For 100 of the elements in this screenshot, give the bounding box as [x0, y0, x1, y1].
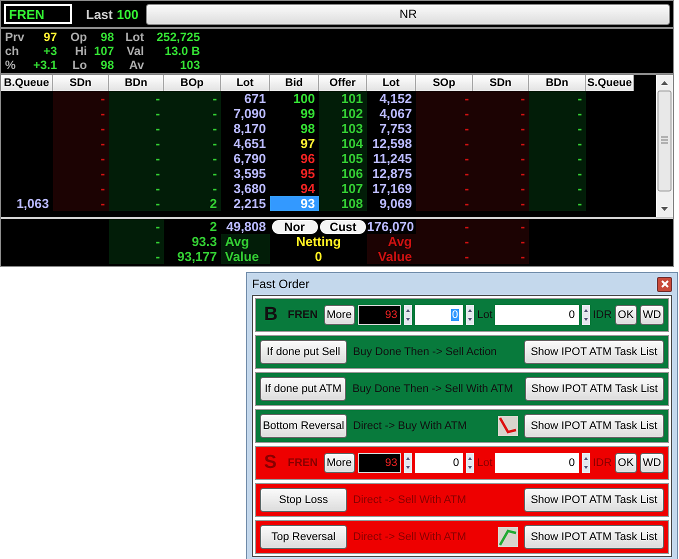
bid-cell[interactable]: 98 [270, 121, 319, 136]
bid-cell[interactable]: 100 [270, 91, 319, 106]
column-header[interactable]: B.Queue [1, 75, 53, 91]
column-header[interactable]: Lot [221, 75, 270, 91]
task-list-button[interactable]: Show IPOT ATM Task List [524, 525, 664, 549]
table-cell: - [578, 106, 582, 121]
task-list-button[interactable]: Show IPOT ATM Task List [524, 340, 664, 364]
table-cell: - [156, 249, 160, 264]
wd-button[interactable]: WD [640, 453, 664, 473]
column-header[interactable]: BOp [164, 75, 221, 91]
strategy-button[interactable]: Stop Loss [260, 488, 347, 512]
table-cell: - [100, 181, 105, 196]
strategy-button[interactable]: If done put Sell [260, 340, 347, 364]
bid-cell[interactable]: 94 [270, 181, 319, 196]
table-cell: 12,598 [372, 136, 412, 151]
table-cell: - [100, 91, 105, 106]
table-cell: 107 [341, 181, 363, 196]
ok-button[interactable]: OK [614, 453, 637, 473]
column-header[interactable]: SOp [416, 75, 473, 91]
amount-field[interactable]: 0 [495, 305, 579, 325]
table-cell: Value [378, 249, 412, 264]
column-header[interactable]: SDn [473, 75, 529, 91]
stat-value: 13.0 B [164, 44, 200, 58]
table-cell: 12,875 [372, 166, 412, 181]
table-cell: 7,753 [379, 121, 412, 136]
table-cell: 4,067 [379, 106, 412, 121]
table-cell: - [156, 121, 160, 136]
spin-buttons[interactable] [404, 305, 412, 325]
column-header[interactable]: SDn [53, 75, 109, 91]
table-cell: - [100, 106, 105, 121]
table-cell: 6,790 [233, 151, 266, 166]
stock-code: FREN [286, 309, 319, 321]
strategy-button[interactable]: If done put ATM [260, 377, 346, 401]
amount-field[interactable]: 0 [495, 453, 579, 473]
table-cell: - [578, 151, 582, 166]
table-cell: - [156, 136, 160, 151]
table-cell: Avg [388, 234, 412, 249]
table-cell: - [464, 121, 469, 136]
table-cell: 93,177 [177, 249, 217, 264]
stat-value: 98 [100, 58, 114, 72]
stat-value: 252,725 [156, 30, 200, 44]
more-button[interactable]: More [324, 453, 355, 473]
strategy-button[interactable]: Bottom Reversal [260, 414, 347, 438]
table-cell: Netting [296, 234, 341, 249]
table-cell: - [464, 151, 469, 166]
task-list-button[interactable]: Show IPOT ATM Task List [524, 414, 664, 438]
table-cell: Avg [225, 234, 250, 249]
spin-buttons[interactable] [582, 305, 590, 325]
table-cell: 3,595 [233, 166, 266, 181]
column-header[interactable]: BDn [529, 75, 586, 91]
table-cell: 104 [341, 136, 363, 151]
table-cell: 93.3 [192, 234, 217, 249]
table-cell: - [464, 249, 469, 264]
column-header[interactable]: Bid [270, 75, 319, 91]
stat-label: ch [4, 44, 20, 58]
scrollbar[interactable] [656, 75, 673, 217]
stat-label: Av [128, 58, 144, 72]
table-cell: 102 [341, 106, 363, 121]
strategy-button[interactable]: Top Reversal [260, 525, 347, 549]
spin-buttons[interactable] [404, 453, 412, 473]
bid-cell[interactable]: 99 [270, 106, 319, 121]
table-cell: - [100, 166, 105, 181]
column-header[interactable]: BDn [109, 75, 164, 91]
table-cell: 103 [341, 121, 363, 136]
bid-cell[interactable]: 95 [270, 166, 319, 181]
more-button[interactable]: More [324, 305, 355, 325]
symbol-field[interactable]: FREN [4, 4, 72, 24]
task-list-button[interactable]: Show IPOT ATM Task List [525, 377, 664, 401]
spin-buttons[interactable] [466, 453, 474, 473]
table-cell: - [100, 121, 105, 136]
board-button[interactable]: NR [146, 4, 670, 24]
last-price: 100 [116, 6, 138, 22]
price-field[interactable]: 93 [358, 305, 402, 325]
spin-buttons[interactable] [466, 305, 474, 325]
table-cell: - [464, 234, 469, 249]
column-header[interactable]: Offer [319, 75, 367, 91]
table-cell: 4,152 [379, 91, 412, 106]
close-icon [660, 280, 668, 288]
task-list-button[interactable]: Show IPOT ATM Task List [524, 488, 664, 512]
table-cell: - [464, 166, 469, 181]
close-button[interactable] [657, 276, 672, 292]
wd-button[interactable]: WD [640, 305, 664, 325]
table-cell: - [212, 136, 217, 151]
column-header[interactable]: S.Queue [586, 75, 634, 91]
price-field[interactable]: 93 [358, 453, 402, 473]
table-cell: - [520, 219, 525, 234]
bid-cell[interactable]: 97 [270, 136, 319, 151]
table-cell: - [520, 136, 525, 151]
strategy-description: Buy Done Then -> Sell With ATM [352, 383, 514, 395]
column-header[interactable]: Lot [367, 75, 416, 91]
cust-button[interactable]: Cust [320, 220, 366, 234]
nor-button[interactable]: Nor [272, 220, 318, 234]
table-cell: 4,651 [233, 136, 266, 151]
stat-value: 98 [100, 30, 114, 44]
table-cell: - [156, 181, 160, 196]
ok-button[interactable]: OK [614, 305, 637, 325]
table-cell: - [464, 91, 469, 106]
quantity-field[interactable]: 0 [415, 453, 464, 473]
spin-buttons[interactable] [582, 453, 590, 473]
bid-cell[interactable]: 96 [270, 151, 319, 166]
